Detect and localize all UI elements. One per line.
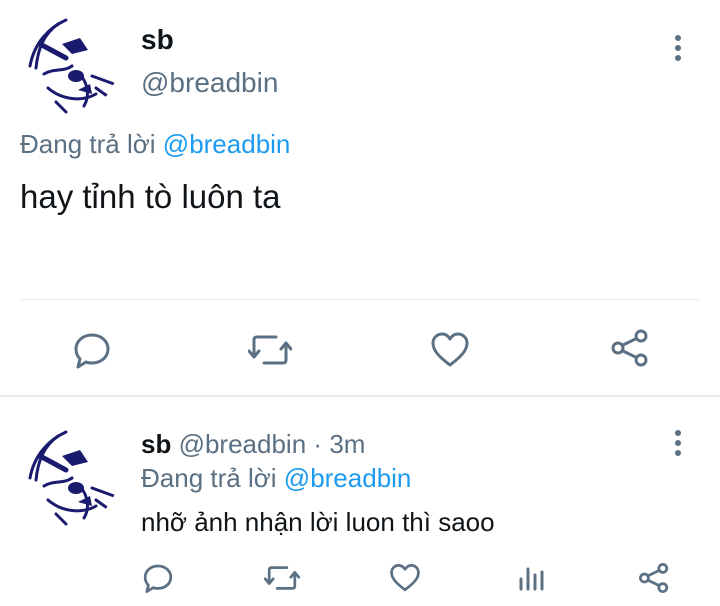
display-name[interactable]: sb (141, 429, 171, 459)
tweet-text: hay tỉnh tò luôn ta (20, 178, 281, 215)
reply-icon (74, 333, 110, 369)
like-button[interactable] (424, 324, 476, 376)
retweet-button[interactable] (260, 560, 304, 596)
tweet-text: nhỡ ảnh nhận lời luon thì saoo (141, 507, 495, 537)
tweet-header: sb @breadbin · 3m (141, 428, 365, 460)
reply-prefix: Đang trả lời (20, 129, 156, 159)
analytics-button[interactable] (512, 560, 552, 596)
avatar[interactable] (18, 14, 118, 114)
timestamp[interactable]: 3m (329, 429, 365, 459)
handle[interactable]: @breadbin (141, 66, 278, 100)
more-options-button[interactable] (660, 425, 696, 461)
reply-context: Đang trả lời @breadbin (20, 128, 290, 160)
display-name[interactable]: sb (141, 24, 174, 56)
handle[interactable]: @breadbin (179, 429, 307, 459)
reply-prefix: Đang trả lời (141, 463, 277, 493)
more-vertical-icon (675, 430, 681, 456)
retweet-button[interactable] (244, 324, 296, 376)
reply-icon (143, 564, 173, 593)
reply-button[interactable] (66, 324, 118, 376)
like-icon (431, 332, 469, 367)
avatar[interactable] (18, 426, 118, 526)
reply-handle-link[interactable]: @breadbin (284, 463, 412, 493)
more-vertical-icon (675, 35, 681, 61)
retweet-icon (248, 335, 292, 365)
retweet-icon (264, 566, 300, 590)
share-button[interactable] (604, 322, 656, 374)
tweet-separator (0, 395, 720, 397)
divider (20, 299, 700, 300)
more-options-button[interactable] (660, 30, 696, 66)
share-icon (611, 329, 648, 367)
reply-context: Đang trả lời @breadbin (141, 462, 411, 494)
like-icon (390, 564, 420, 592)
analytics-icon (519, 567, 544, 591)
like-button[interactable] (385, 560, 425, 596)
separator-dot: · (313, 429, 323, 459)
reply-button[interactable] (138, 560, 178, 596)
reply-handle-link[interactable]: @breadbin (163, 129, 291, 159)
share-icon (639, 563, 669, 593)
share-button[interactable] (634, 560, 674, 596)
